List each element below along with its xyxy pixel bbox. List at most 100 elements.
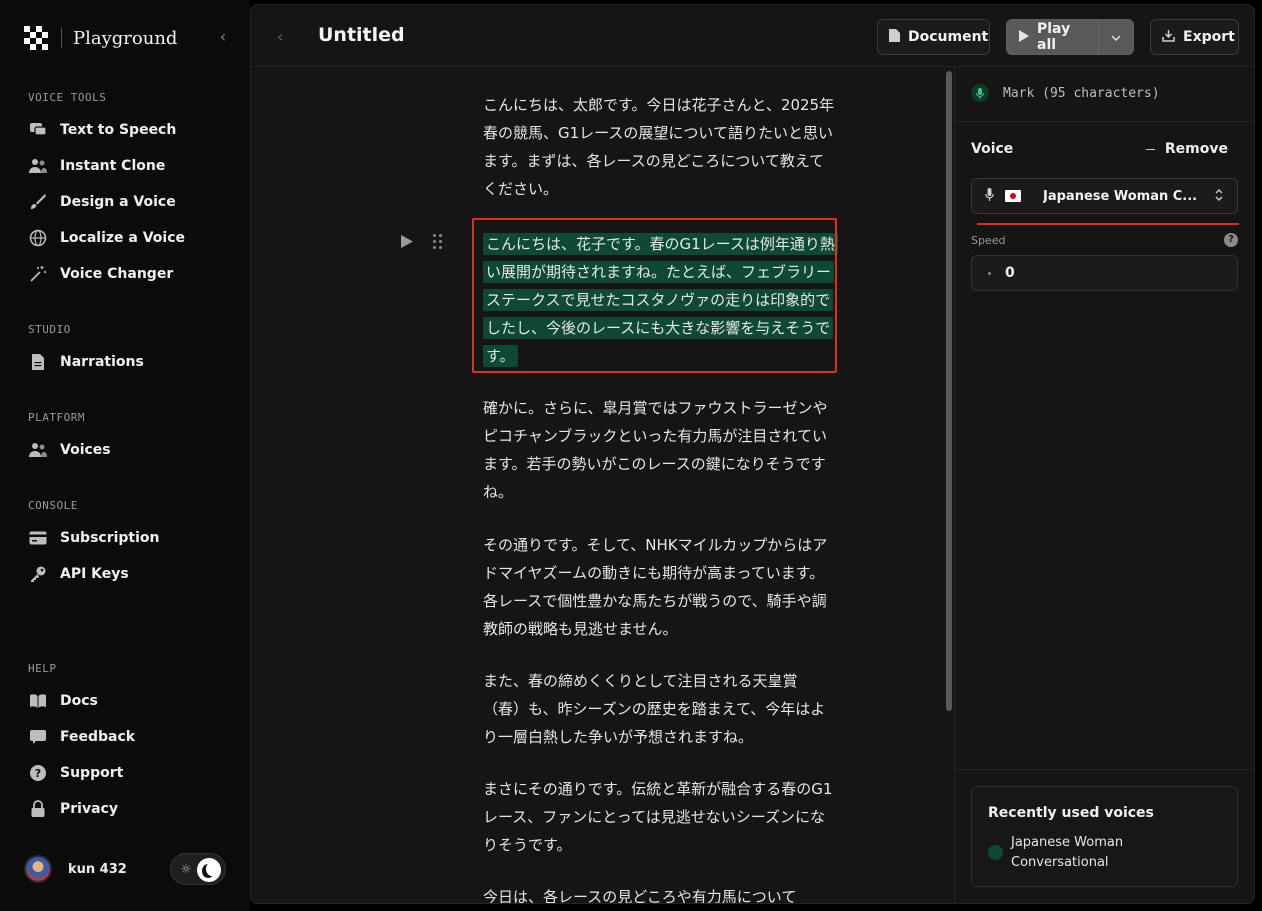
play-all-label: Play all <box>1037 21 1071 53</box>
user-profile[interactable]: kun 432 <box>24 855 127 883</box>
document-title[interactable]: Untitled <box>318 24 405 46</box>
play-all-main[interactable]: Play all <box>1007 20 1099 54</box>
nav-design-a-voice[interactable]: Design a Voice <box>28 190 228 214</box>
japan-flag-icon <box>1005 190 1021 202</box>
nav-label: Docs <box>60 693 98 709</box>
speed-input[interactable]: 0 <box>971 255 1238 291</box>
topbar: ‹ Untitled Document Play all Export <box>251 5 1254 67</box>
nav-feedback[interactable]: Feedback <box>28 725 228 749</box>
nav-label: Localize a Voice <box>60 230 186 246</box>
section-label-console: CONSOLE <box>28 499 78 512</box>
speed-value: 0 <box>1005 265 1015 281</box>
recently-used-voices: Recently used voices Japanese Woman Conv… <box>971 786 1238 887</box>
nav-label: Instant Clone <box>60 158 166 174</box>
nav-voice-changer[interactable]: Voice Changer <box>28 262 228 286</box>
credit-card-icon <box>28 528 48 548</box>
play-icon <box>1019 29 1029 45</box>
lock-icon <box>28 799 48 819</box>
nav-label: Text to Speech <box>60 122 177 138</box>
brand[interactable]: Playground <box>24 26 177 50</box>
chevron-down-icon[interactable] <box>1099 31 1133 44</box>
nav-label: Design a Voice <box>60 194 176 210</box>
question-icon: ? <box>28 763 48 783</box>
nav-label: Feedback <box>60 729 136 745</box>
nav-label: Narrations <box>60 354 144 370</box>
selected-voice: Japanese Woman C... <box>1043 188 1198 204</box>
moon-icon <box>197 858 221 882</box>
theme-toggle[interactable]: ☼ <box>170 853 226 885</box>
voice-select[interactable]: Japanese Woman C... <box>971 178 1238 214</box>
speech-bubble-icon <box>28 120 48 140</box>
document-button-label: Document <box>908 29 989 45</box>
nav-docs[interactable]: Docs <box>28 689 228 713</box>
brand-divider <box>61 28 62 48</box>
brush-icon <box>28 192 48 212</box>
magic-wand-icon <box>28 264 48 284</box>
paragraph-block[interactable]: また、春の締めくくりとして注目される天皇賞（春）も、昨シーズンの歴史を踏まえて、… <box>483 667 835 751</box>
drag-handle-icon[interactable] <box>433 233 445 251</box>
nav-localize-a-voice[interactable]: Localize a Voice <box>28 226 228 250</box>
app-name: Playground <box>73 27 178 49</box>
users-icon <box>28 440 48 460</box>
annotation-underline <box>977 223 1239 225</box>
globe-icon <box>28 228 48 248</box>
key-icon <box>28 564 48 584</box>
document-icon <box>889 29 900 45</box>
paragraph-block[interactable]: こんにちは、太郎です。今日は花子さんと、2025年春の競馬、G1レースの展望につ… <box>483 91 835 203</box>
document-icon <box>28 352 48 372</box>
editor-scrollbar[interactable] <box>946 71 952 711</box>
main-panel: ‹ Untitled Document Play all Export こんにち… <box>250 4 1255 904</box>
section-label-platform: PLATFORM <box>28 411 85 424</box>
section-label-voice-tools: VOICE TOOLS <box>28 91 107 104</box>
export-button-label: Export <box>1183 29 1235 45</box>
paragraph-block[interactable]: まさにその通りです。伝統と革新が融合する春のG1レース、ファンにとっては見逃せな… <box>483 775 835 859</box>
back-chevron-icon[interactable]: ‹ <box>277 27 283 46</box>
logo-icon <box>24 26 48 50</box>
book-icon <box>28 691 48 711</box>
section-label-help: HELP <box>28 662 57 675</box>
mic-icon <box>971 84 989 102</box>
nav-label: Voices <box>60 442 111 458</box>
nav-support[interactable]: ? Support <box>28 761 228 785</box>
play-paragraph-icon[interactable] <box>401 235 415 249</box>
recent-voices-title: Recently used voices <box>988 805 1154 821</box>
paragraph-block[interactable]: 確かに。さらに、皐月賞ではファウストラーゼンやピコチャンブラックといった有力馬が… <box>483 394 835 506</box>
text-editor[interactable]: こんにちは、太郎です。今日は花子さんと、2025年春の競馬、G1レースの展望につ… <box>251 67 953 903</box>
user-name: kun 432 <box>68 861 127 877</box>
nav-privacy[interactable]: Privacy <box>28 797 228 821</box>
nav-label: API Keys <box>60 566 129 582</box>
speed-label: Speed <box>971 234 1006 247</box>
nav-voices[interactable]: Voices <box>28 438 228 462</box>
download-icon <box>1162 29 1175 45</box>
help-icon[interactable]: ? <box>1224 233 1238 247</box>
svg-text:?: ? <box>35 767 41 780</box>
remove-voice-button[interactable]: Remove <box>1145 141 1228 157</box>
nav-label: Support <box>60 765 124 781</box>
users-icon <box>28 156 48 176</box>
nav-narrations[interactable]: Narrations <box>28 350 228 374</box>
voice-settings-panel: Mark (95 characters) Voice Remove Japane… <box>955 67 1254 903</box>
paragraph-block[interactable]: 今日は、各レースの見どころや有力馬について <box>483 883 835 903</box>
collapse-sidebar-icon[interactable]: ‹ <box>214 28 232 46</box>
nav-api-keys[interactable]: API Keys <box>28 562 228 586</box>
remove-label: Remove <box>1164 141 1228 157</box>
nav-subscription[interactable]: Subscription <box>28 526 228 550</box>
export-button[interactable]: Export <box>1150 19 1239 55</box>
chat-icon <box>28 727 48 747</box>
divider <box>955 121 1254 122</box>
selection-outline <box>472 218 837 373</box>
document-button[interactable]: Document <box>877 19 990 55</box>
nav-label: Subscription <box>60 530 160 546</box>
mark-character-count: Mark (95 characters) <box>1003 85 1160 101</box>
play-all-button[interactable]: Play all <box>1006 19 1134 55</box>
voice-avatar-icon <box>988 845 1003 860</box>
nav-text-to-speech[interactable]: Text to Speech <box>28 118 228 142</box>
nav-instant-clone[interactable]: Instant Clone <box>28 154 228 178</box>
mark-row: Mark (95 characters) <box>971 83 1160 103</box>
dot-icon <box>988 271 991 275</box>
recent-voice-item[interactable]: Japanese Woman Conversational <box>988 833 1161 873</box>
avatar <box>24 855 52 883</box>
chevron-updown-icon <box>1215 189 1223 203</box>
paragraph-block[interactable]: その通りです。そして、NHKマイルカップからはアドマイヤズームの動きにも期待が高… <box>483 531 835 643</box>
voice-label: Voice <box>971 141 1014 157</box>
